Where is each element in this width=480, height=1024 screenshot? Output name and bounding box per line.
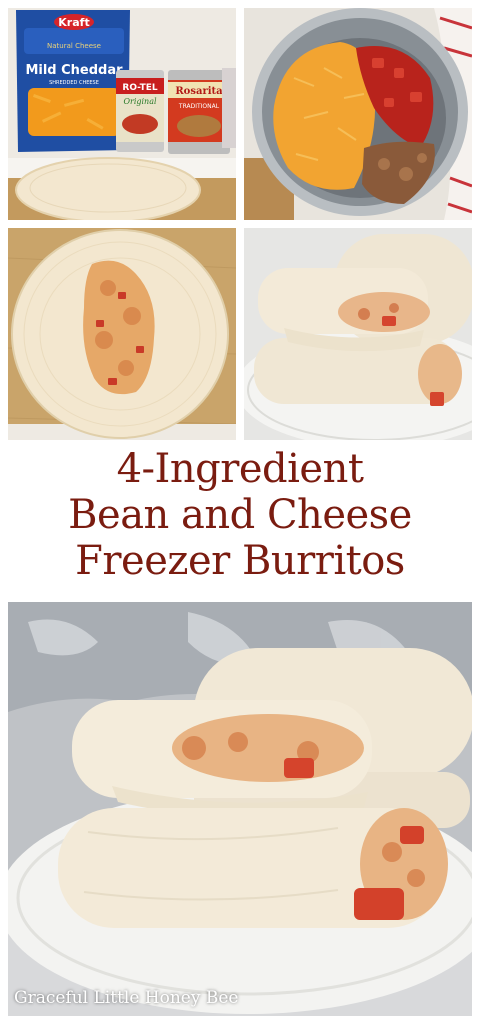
watermark-text: Graceful Little Honey Bee	[14, 988, 239, 1008]
pot-photo	[244, 8, 472, 220]
kraft-logo: Kraft	[58, 16, 89, 29]
filled-tortilla-photo	[8, 228, 236, 440]
title-line-3: Freezer Burritos	[75, 538, 405, 584]
can1-variant: Original	[123, 97, 157, 106]
title-line-1: 4-Ingredient	[116, 446, 364, 492]
ingredients-photo: Kraft Natural Cheese Mild Cheddar SHREDD…	[8, 8, 236, 220]
can2-brand: Rosarita	[175, 86, 223, 97]
can2-variant: TRADITIONAL	[178, 103, 220, 110]
bag-label: Mild Cheddar	[25, 63, 123, 78]
burritos-plate-photo	[244, 228, 472, 440]
bag-finetext: SHREDDED CHEESE	[49, 80, 99, 86]
can1-brand: RO-TEL	[122, 83, 157, 93]
bag-subtitle: Natural Cheese	[47, 42, 101, 50]
title-line-2: Bean and Cheese	[68, 492, 412, 538]
recipe-title: 4-Ingredient Bean and Cheese Freezer Bur…	[0, 446, 480, 596]
hero-burritos-photo	[8, 602, 472, 1016]
